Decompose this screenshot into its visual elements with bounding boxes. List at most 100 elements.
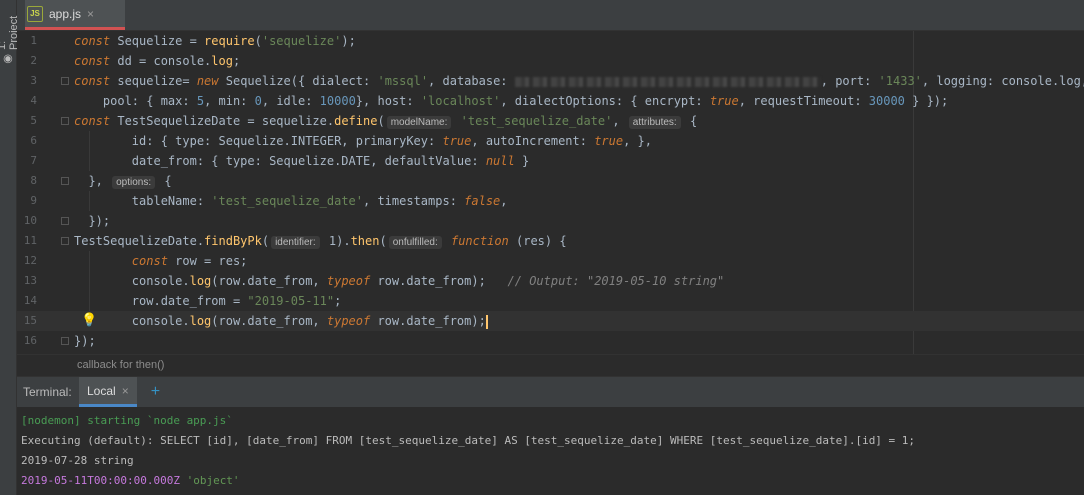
string-literal: "2019-05-11" (247, 294, 335, 308)
close-tab-icon[interactable]: × (87, 7, 94, 21)
code-text: console.log(row.date_from, typeof row.da… (74, 311, 488, 331)
code-token: (res) { (508, 234, 567, 248)
code-token: , (612, 114, 627, 128)
parameter-hint: onfulfilled: (388, 236, 442, 249)
code-text: const TestSequelizeDate = sequelize.defi… (74, 111, 697, 133)
code-token: id: { type: Sequelize.INTEGER, primaryKe… (74, 134, 443, 148)
code-text: row.date_from = "2019-05-11"; (74, 291, 342, 311)
code-token: ; (232, 54, 241, 68)
code-line: 2 const dd = console.log; (17, 51, 1084, 71)
keyword: const (74, 34, 111, 48)
code-token: Sequelize = (110, 34, 205, 48)
keyword: new (196, 74, 219, 88)
string-literal: '1433' (878, 74, 922, 88)
editor-breadcrumb[interactable]: callback for then() (17, 354, 1084, 374)
current-code-line: 15 💡 console.log(row.date_from, typeof r… (17, 311, 1084, 331)
code-token: , database: (428, 74, 515, 88)
line-number: 8 (30, 174, 37, 187)
line-number: 5 (30, 114, 37, 127)
code-text: date_from: { type: Sequelize.DATE, defau… (74, 151, 529, 171)
close-terminal-tab-icon[interactable]: × (122, 384, 129, 398)
code-text: TestSequelizeDate.findByPk(identifier: 1… (74, 231, 567, 253)
code-token: ; (334, 294, 342, 308)
keyword: typeof (326, 274, 371, 288)
terminal-line: 2019-07-28 string (21, 454, 134, 467)
keyword: const (74, 54, 111, 68)
code-line: 8 }, options: { (17, 171, 1084, 191)
code-token: , (500, 194, 508, 208)
line-number: 14 (23, 294, 37, 307)
code-text: console.log(row.date_from, typeof row.da… (74, 271, 724, 291)
string-literal: 'test_sequelize_date' (460, 114, 613, 128)
code-token: console. (74, 314, 190, 328)
line-number: 9 (30, 194, 37, 207)
code-text: }, options: { (74, 171, 172, 193)
code-token: } (514, 154, 530, 168)
breadcrumb-text: callback for then() (77, 359, 165, 371)
fold-marker-icon[interactable] (61, 237, 69, 245)
fold-marker-icon[interactable] (61, 217, 69, 225)
code-token: , idle: (261, 94, 320, 108)
javascript-file-icon: JS (27, 5, 43, 22)
new-terminal-plus-icon[interactable]: + (151, 383, 160, 401)
keyword: const (74, 74, 111, 88)
code-line: 9 tableName: 'test_sequelize_date', time… (17, 191, 1084, 211)
code-token: }, host: (355, 94, 421, 108)
number-literal: 0 (254, 94, 262, 108)
line-number: 4 (30, 94, 37, 107)
keyword: false (464, 194, 501, 208)
line-number: 13 (23, 274, 37, 287)
fold-marker-icon[interactable] (61, 77, 69, 85)
number-literal: 10000 (319, 94, 356, 108)
editor-tab-app-js[interactable]: JS app.js × (25, 0, 125, 30)
terminal-line: Executing (default): SELECT [id], [date_… (21, 434, 916, 447)
code-line: 3 const sequelize= new Sequelize({ diale… (17, 71, 1084, 91)
code-token: 1). (321, 234, 351, 248)
keyword: function (450, 234, 509, 248)
date-output: 2019-05-11T00:00:00.000Z (21, 474, 180, 487)
code-editor[interactable]: 1 const Sequelize = require('sequelize')… (17, 31, 1084, 354)
fold-marker-icon[interactable] (61, 117, 69, 125)
code-line: 16 }); (17, 331, 1084, 351)
code-token: date_from: { type: Sequelize.DATE, defau… (74, 154, 486, 168)
code-token: }); (74, 334, 96, 348)
code-token: row.date_from); (370, 274, 508, 288)
code-token: ( (379, 234, 387, 248)
line-number: 1 (30, 34, 37, 47)
code-token: , autoIncrement: (471, 134, 595, 148)
line-number: 7 (30, 154, 37, 167)
line-number: 10 (23, 214, 37, 227)
code-line: 13 console.log(row.date_from, typeof row… (17, 271, 1084, 291)
terminal-tab-local[interactable]: Local × (79, 377, 137, 407)
code-token: ); (341, 34, 356, 48)
fold-marker-icon[interactable] (61, 177, 69, 185)
code-token: row.date_from); (370, 314, 486, 328)
code-token: ( (261, 234, 270, 248)
terminal-header: Terminal: Local × + (17, 376, 1084, 408)
code-token: (row.date_from, (211, 314, 327, 328)
code-token: , }, (623, 134, 653, 148)
keyword: const (74, 114, 111, 128)
code-text: const row = res; (74, 251, 248, 271)
code-line: 12 const row = res; (17, 251, 1084, 271)
terminal-output[interactable]: [nodemon] starting `node app.js` Executi… (17, 407, 1084, 495)
function-name: log (211, 54, 233, 68)
type-output: 'object' (179, 474, 240, 487)
redacted-database-name (514, 76, 821, 87)
code-token: , min: (204, 94, 255, 108)
code-token: , logging: console.log, (921, 74, 1084, 88)
code-text: pool: { max: 5, min: 0, idle: 10000}, ho… (74, 91, 948, 111)
code-token: row.date_from = (74, 294, 248, 308)
line-number: 12 (23, 254, 37, 267)
code-token: console. (74, 274, 190, 288)
code-token: }); (74, 214, 111, 228)
code-token: }, (74, 174, 111, 188)
code-token: (row.date_from, (211, 274, 327, 288)
code-line: 14 row.date_from = "2019-05-11"; (17, 291, 1084, 311)
project-tool-button[interactable]: ◉ 1: Project (0, 6, 20, 66)
fold-marker-icon[interactable] (61, 337, 69, 345)
code-text: const dd = console.log; (74, 51, 240, 71)
terminal-tab-label: Local (87, 383, 116, 398)
parameter-hint: attributes: (628, 116, 681, 129)
